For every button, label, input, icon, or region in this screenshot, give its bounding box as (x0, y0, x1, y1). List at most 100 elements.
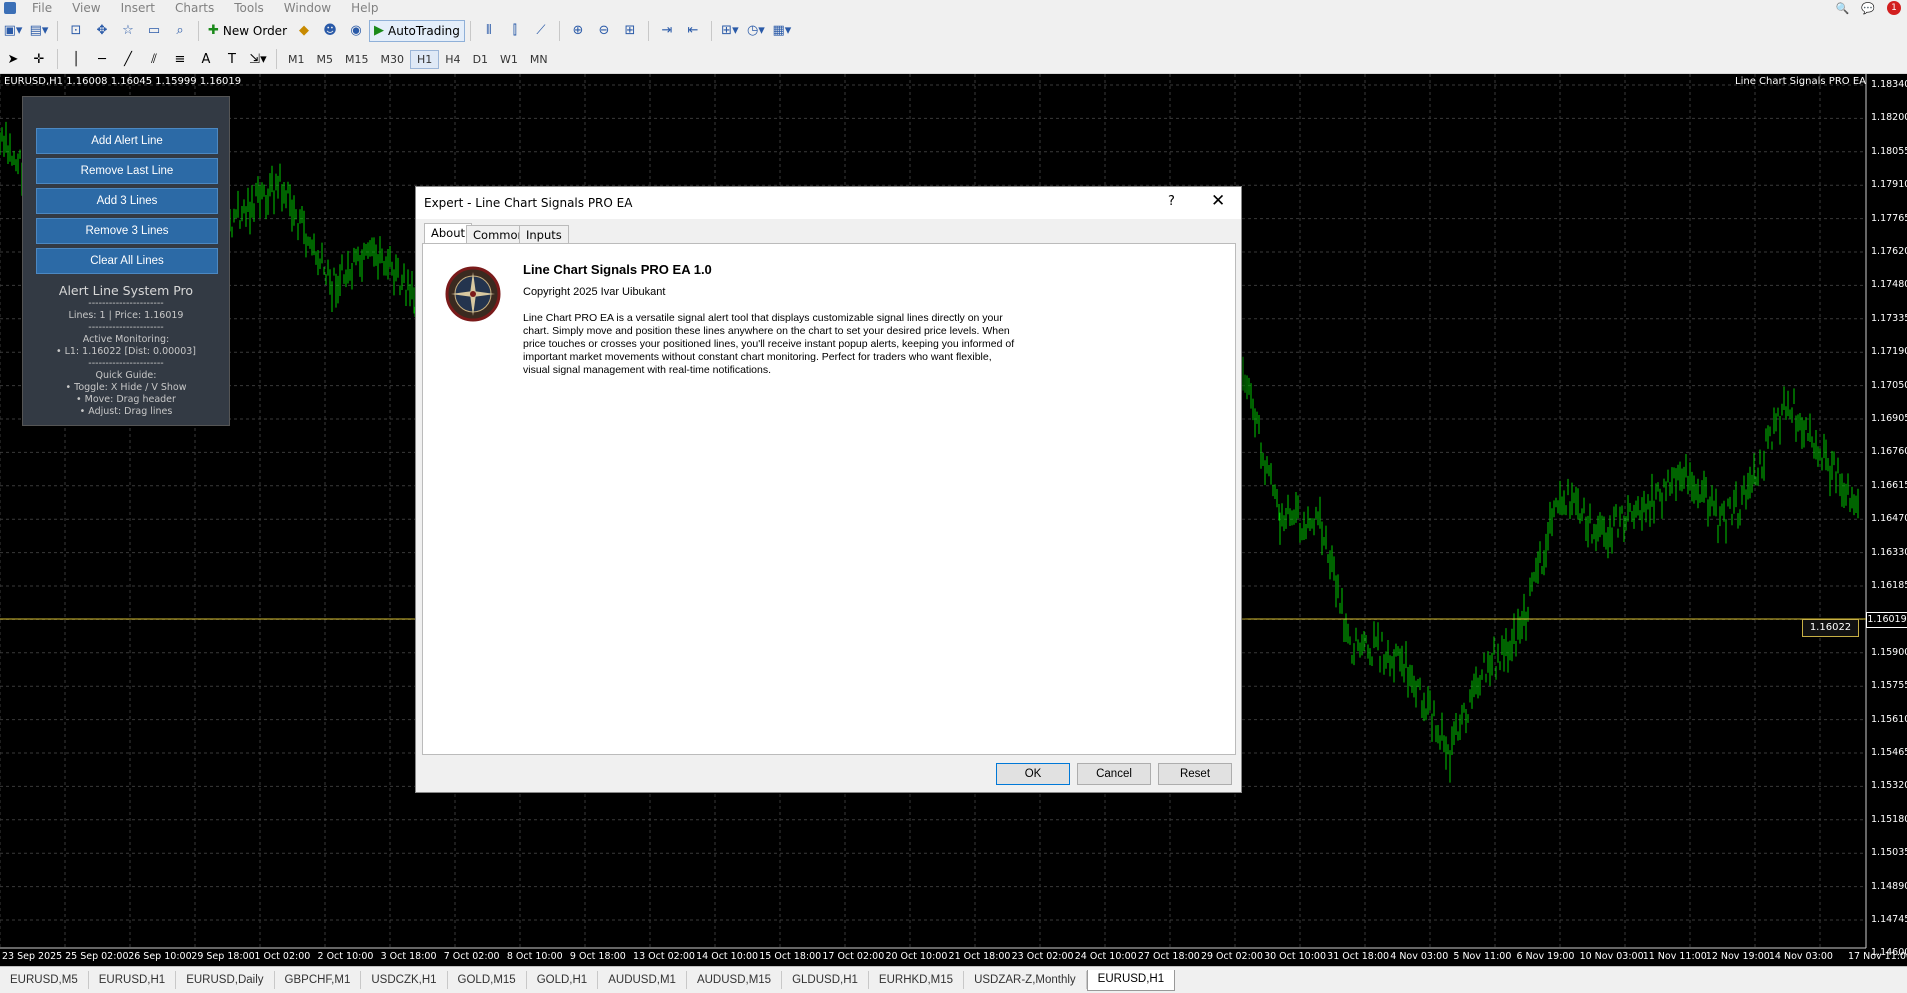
clear-all-lines-button[interactable]: Clear All Lines (36, 248, 218, 274)
ok-button[interactable]: OK (996, 763, 1070, 785)
timeframe-m15[interactable]: M15 (339, 51, 375, 68)
alert-line-panel[interactable]: Add Alert Line Remove Last Line Add 3 Li… (22, 96, 230, 426)
timeframe-m5[interactable]: M5 (311, 51, 340, 68)
time-axis-label: 29 Oct 02:00 (1200, 951, 1263, 962)
panel-active-monitoring: Active Monitoring: (82, 334, 170, 345)
line-chart-icon[interactable]: ⟋ (530, 20, 552, 42)
timeframe-m30[interactable]: M30 (375, 51, 411, 68)
price-axis-label: 1.15755 (1871, 680, 1907, 692)
zoom-out-icon[interactable]: ⊖ (593, 20, 615, 42)
timeframe-d1[interactable]: D1 (467, 51, 494, 68)
metaeditor-icon[interactable]: ◆ (293, 20, 315, 42)
chart-tab[interactable]: EURUSD,H1 (89, 971, 177, 989)
profiles-icon[interactable]: ▤▾ (28, 20, 50, 42)
terminal-icon[interactable]: ▭ (143, 20, 165, 42)
time-axis-label: 24 Oct 10:00 (1074, 951, 1137, 962)
auto-scroll-icon[interactable]: ⇥ (656, 20, 678, 42)
time-axis-label: 12 Nov 19:00 (1705, 951, 1770, 962)
chart-tab[interactable]: GLDUSD,H1 (782, 971, 869, 989)
chart-tab[interactable]: EURHKD,M15 (869, 971, 965, 989)
price-axis-label: 1.16760 (1871, 446, 1907, 458)
current-price-label: 1.16019 (1866, 612, 1907, 628)
price-axis-label: 1.17335 (1871, 312, 1907, 324)
new-chart-icon[interactable]: ▣▾ (2, 20, 24, 42)
new-order-button[interactable]: ✚ New Order (204, 23, 291, 38)
remove-last-line-button[interactable]: Remove Last Line (36, 158, 218, 184)
close-icon[interactable]: ✕ (1211, 191, 1225, 211)
market-icon[interactable]: ◉ (345, 20, 367, 42)
menu-view[interactable]: View (62, 1, 110, 15)
panel-lines-count: Lines: 1 | Price: 1.16019 (68, 310, 184, 321)
time-axis-label: 2 Oct 10:00 (317, 951, 374, 962)
alert-line-price-label[interactable]: 1.16022 (1802, 619, 1859, 637)
candlestick-icon[interactable]: ⫿ (504, 20, 526, 42)
autotrading-button[interactable]: ▶ AutoTrading (369, 19, 465, 42)
time-axis-label: 10 Nov 03:00 (1579, 951, 1644, 962)
chart-tab[interactable]: USDZAR-Z,Monthly (964, 971, 1087, 989)
remove-3-lines-button[interactable]: Remove 3 Lines (36, 218, 218, 244)
chart-tab[interactable]: GOLD,M15 (448, 971, 527, 989)
arrows-icon[interactable]: ⇲▾ (247, 48, 269, 70)
toolbar-divider (198, 20, 199, 41)
add-3-lines-button[interactable]: Add 3 Lines (36, 188, 218, 214)
chart-tab[interactable]: EURUSD,Daily (176, 971, 275, 989)
add-alert-line-button[interactable]: Add Alert Line (36, 128, 218, 154)
tile-windows-icon[interactable]: ⊞ (619, 20, 641, 42)
cursor-icon[interactable]: ➤ (2, 48, 24, 70)
dialog-titlebar[interactable]: Expert - Line Chart Signals PRO EA ? ✕ (416, 187, 1241, 219)
help-icon[interactable]: ? (1168, 194, 1175, 209)
navigator-icon[interactable]: ☆ (117, 20, 139, 42)
menu-file[interactable]: File (22, 1, 62, 15)
templates-icon[interactable]: ▦▾ (771, 20, 793, 42)
timeframe-mn[interactable]: MN (524, 51, 554, 68)
market-watch-icon[interactable]: ⊡ (65, 20, 87, 42)
toolbar-divider (57, 49, 58, 69)
crosshair-icon[interactable]: ✛ (28, 48, 50, 70)
tab-inputs[interactable]: Inputs (519, 225, 569, 245)
menu-tools[interactable]: Tools (224, 1, 274, 15)
chart-tab[interactable]: GBPCHF,M1 (275, 971, 362, 989)
new-order-label: New Order (222, 23, 287, 38)
price-axis-label: 1.17765 (1871, 212, 1907, 224)
panel-guide-adjust: • Adjust: Drag lines (79, 406, 173, 417)
menu-charts[interactable]: Charts (165, 1, 224, 15)
indicators-icon[interactable]: ⊞▾ (719, 20, 741, 42)
channel-icon[interactable]: ⫽ (143, 48, 165, 70)
signals-icon[interactable]: ☻ (319, 20, 341, 42)
price-axis-label: 1.15035 (1871, 847, 1907, 859)
horizontal-line-icon[interactable]: ─ (91, 48, 113, 70)
periods-icon[interactable]: ◷▾ (745, 20, 767, 42)
vertical-line-icon[interactable]: │ (65, 48, 87, 70)
menu-window[interactable]: Window (274, 1, 341, 15)
strategy-tester-icon[interactable]: ⌕ (169, 20, 191, 42)
text-icon[interactable]: A (195, 48, 217, 70)
data-window-icon[interactable]: ✥ (91, 20, 113, 42)
zoom-in-icon[interactable]: ⊕ (567, 20, 589, 42)
chart-tab[interactable]: EURUSD,M5 (0, 971, 89, 989)
chat-icon[interactable]: 💬 (1861, 2, 1875, 15)
chart-shift-icon[interactable]: ⇤ (682, 20, 704, 42)
reset-button[interactable]: Reset (1158, 763, 1232, 785)
fibonacci-icon[interactable]: ≡ (169, 48, 191, 70)
menu-insert[interactable]: Insert (111, 1, 165, 15)
menu-help[interactable]: Help (341, 1, 388, 15)
cancel-button[interactable]: Cancel (1077, 763, 1151, 785)
chart-tab[interactable]: GOLD,H1 (527, 971, 599, 989)
time-axis-label: 5 Nov 11:00 (1453, 951, 1512, 962)
text-label-icon[interactable]: T (221, 48, 243, 70)
about-panel: Line Chart Signals PRO EA 1.0 Copyright … (422, 243, 1236, 755)
notification-badge-icon[interactable]: 1 (1887, 1, 1901, 15)
chart-tab[interactable]: EURUSD,H1 (1086, 969, 1176, 991)
timeframe-w1[interactable]: W1 (494, 51, 524, 68)
bar-chart-icon[interactable]: ⫴ (478, 20, 500, 42)
chart-tab[interactable]: AUDUSD,M15 (687, 971, 783, 989)
chart-tab[interactable]: USDCZK,H1 (361, 971, 448, 989)
chart-tab[interactable]: AUDUSD,M1 (598, 971, 687, 989)
trendline-icon[interactable]: ╱ (117, 48, 139, 70)
toolbar-divider (276, 49, 277, 69)
search-icon[interactable]: 🔍 (1836, 2, 1850, 15)
timeframe-m1[interactable]: M1 (282, 51, 311, 68)
timeframe-h1[interactable]: H1 (410, 49, 440, 69)
timeframe-h4[interactable]: H4 (439, 51, 466, 68)
panel-title: Alert Line System Pro (58, 283, 194, 298)
